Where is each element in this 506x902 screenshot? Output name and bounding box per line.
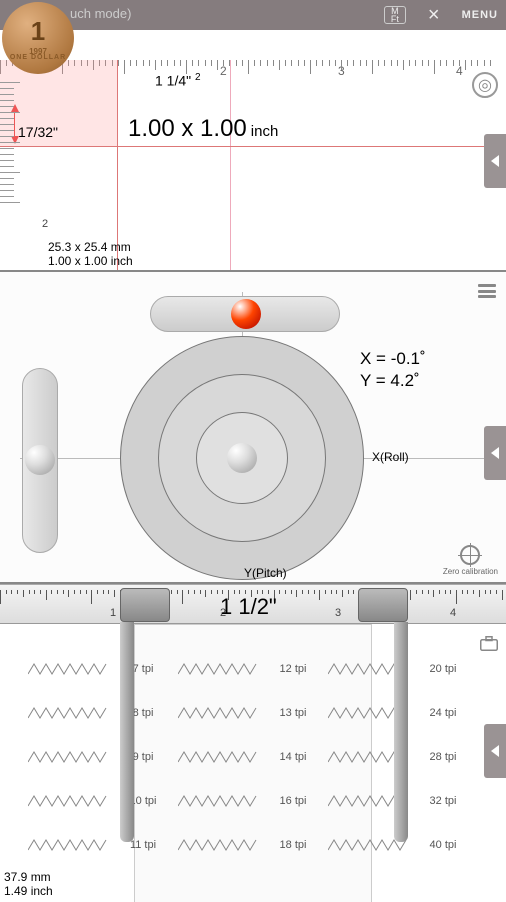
caliper-panel[interactable]: 1 2 3 4 1 1/2" 7 tpi12 tpi20 tpi8 tpi13 … — [0, 584, 506, 902]
tpi-row: 7 tpi12 tpi20 tpi — [0, 662, 506, 676]
thread-zigzag-icon — [178, 794, 258, 808]
chevron-left-icon — [491, 155, 499, 167]
caliper-readout: 1 1/2" — [220, 594, 277, 620]
tpi-label: 32 tpi — [408, 795, 478, 807]
menu-button[interactable]: MENU — [462, 9, 498, 21]
caliper-footer-readout: 37.9 mm 1.49 inch — [4, 870, 53, 898]
thread-zigzag-icon — [178, 662, 258, 676]
thread-zigzag-icon — [28, 838, 108, 852]
bubble-level-horizontal — [150, 296, 340, 332]
ruler-mark: 4 — [450, 607, 456, 619]
tpi-row: 11 tpi18 tpi40 tpi — [0, 838, 506, 852]
tpi-row: 9 tpi14 tpi28 tpi — [0, 750, 506, 764]
angle-readout: X = -0.1˚ Y = 4.2˚ — [360, 348, 426, 392]
crosshair-icon — [460, 545, 480, 565]
guideline-horizontal[interactable] — [0, 146, 506, 147]
coin-text: ONE DOLLAR — [10, 54, 66, 61]
tpi-label: 14 tpi — [258, 751, 328, 763]
thread-zigzag-icon — [28, 662, 108, 676]
y-axis-label: Y(Pitch) — [244, 566, 287, 580]
bullseye-level — [120, 336, 364, 580]
camera-icon[interactable] — [480, 636, 498, 651]
tpi-label: 13 tpi — [258, 707, 328, 719]
left-scale-2: 2 — [42, 218, 48, 230]
unit-toggle-button[interactable]: M Ft — [384, 6, 406, 24]
ruler-panel[interactable]: 2 3 4 1 1/4" 2 17/32" 1.00 x 1.00inch ◎ … — [0, 30, 506, 270]
unit-bot: Ft — [391, 15, 399, 23]
ruler-mark: 2 — [220, 64, 227, 78]
ruler-mark: 3 — [335, 607, 341, 619]
tpi-label: 16 tpi — [258, 795, 328, 807]
tpi-label: 20 tpi — [408, 663, 478, 675]
tpi-row: 10 tpi16 tpi32 tpi — [0, 794, 506, 808]
top-bar: uch mode) M Ft × MENU — [0, 0, 506, 30]
ruler-mark: 1 — [110, 607, 116, 619]
drawer-handle[interactable] — [484, 724, 506, 778]
left-scale — [0, 82, 20, 208]
tpi-label: 18 tpi — [258, 839, 328, 851]
tpi-label: 24 tpi — [408, 707, 478, 719]
width-fraction: 1 1/4" 2 — [155, 72, 201, 89]
bubble-ball — [25, 445, 55, 475]
thread-zigzag-icon — [178, 838, 258, 852]
hamburger-icon[interactable] — [478, 284, 496, 298]
thread-zigzag-icon — [178, 706, 258, 720]
zero-calibration-button[interactable]: Zero calibration — [443, 545, 498, 576]
drawer-handle[interactable] — [484, 426, 506, 480]
tpi-label: 28 tpi — [408, 751, 478, 763]
caliper-jaw-right[interactable] — [358, 584, 408, 844]
drawer-handle[interactable] — [484, 134, 506, 188]
mode-label: uch mode) — [70, 6, 131, 21]
bubble-ball-center — [227, 443, 257, 473]
guideline-vertical[interactable] — [117, 60, 118, 270]
bubble-ball-red — [231, 299, 261, 329]
caliper-jaw-left[interactable] — [120, 584, 170, 844]
main-readout: 1.00 x 1.00inch — [128, 115, 278, 143]
tpi-label: 40 tpi — [408, 839, 478, 851]
height-fraction: 17/32" — [18, 124, 58, 140]
bubble-level-vertical — [22, 368, 58, 553]
level-panel[interactable]: X(Roll) Y(Pitch) X = -0.1˚ Y = 4.2˚ Zero… — [0, 272, 506, 582]
secondary-readout: 25.3 x 25.4 mm 1.00 x 1.00 inch — [48, 240, 133, 268]
tpi-row: 8 tpi13 tpi24 tpi — [0, 706, 506, 720]
thread-zigzag-icon — [28, 706, 108, 720]
x-axis-label: X(Roll) — [372, 450, 409, 464]
calibration-coin[interactable]: 1 1997 ONE DOLLAR — [2, 2, 74, 74]
ruler-mark: 4 — [456, 64, 463, 78]
close-icon[interactable]: × — [428, 4, 440, 27]
guideline-vertical-2[interactable] — [230, 60, 231, 270]
chevron-left-icon — [491, 447, 499, 459]
thread-zigzag-icon — [28, 794, 108, 808]
thread-zigzag-icon — [178, 750, 258, 764]
chevron-left-icon — [491, 745, 499, 757]
coin-value: 1 — [31, 16, 45, 47]
tpi-label: 12 tpi — [258, 663, 328, 675]
thread-zigzag-icon — [28, 750, 108, 764]
reset-target-icon[interactable]: ◎ — [472, 72, 498, 98]
